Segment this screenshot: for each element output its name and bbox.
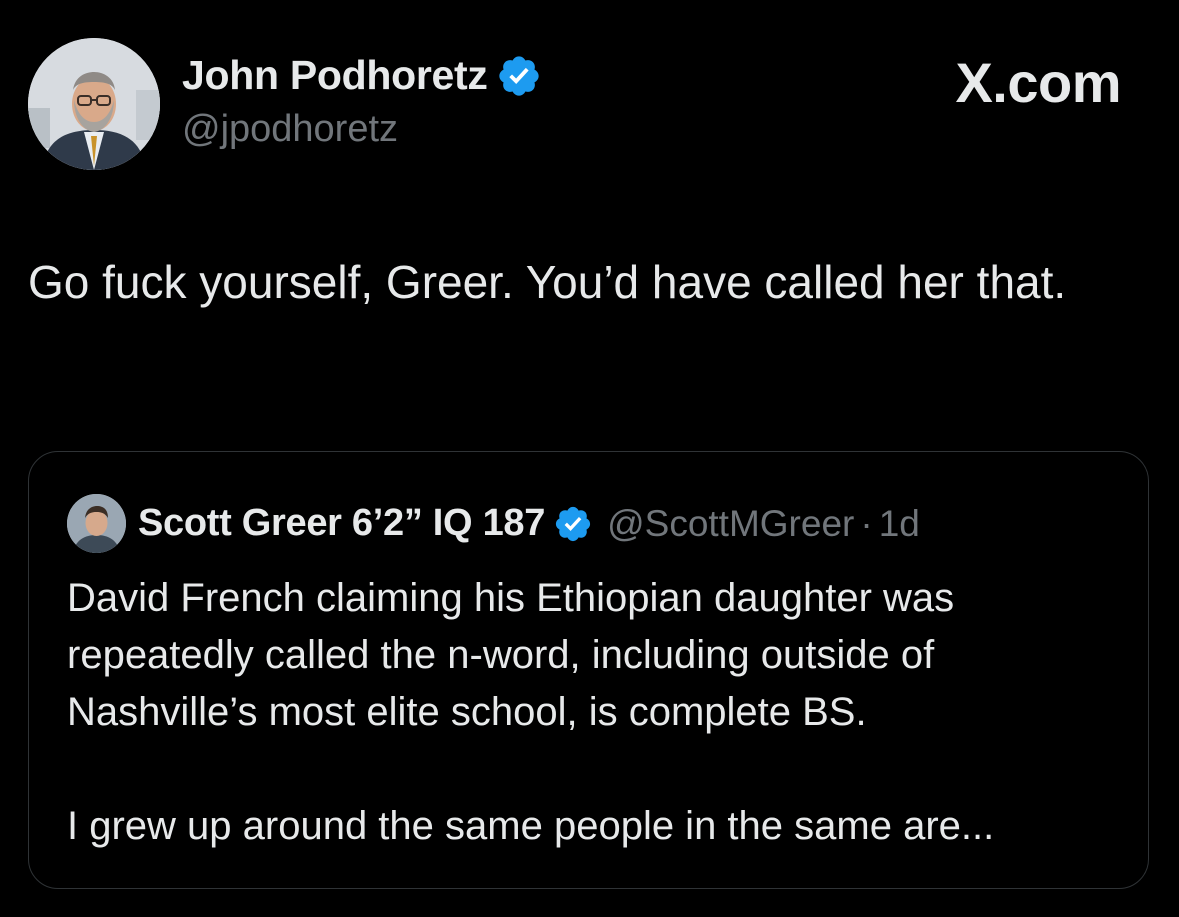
quote-text-truncated: I grew up around the same people in the … (67, 804, 995, 848)
quote-timestamp[interactable]: 1d (879, 503, 920, 545)
quote-tweet-card[interactable]: Scott Greer 6’2” IQ 187 @ScottMGreer · 1… (28, 451, 1149, 889)
quote-author-handle[interactable]: @ScottMGreer (607, 503, 854, 545)
author-name[interactable]: John Podhoretz (182, 52, 488, 99)
quote-author-avatar[interactable] (67, 494, 126, 553)
profile-photo-icon (67, 494, 126, 553)
quote-header: Scott Greer 6’2” IQ 187 @ScottMGreer · 1… (67, 494, 920, 553)
verified-badge-icon[interactable] (553, 504, 593, 544)
author-avatar[interactable] (28, 38, 160, 170)
quote-text: David French claiming his Ethiopian daug… (67, 576, 955, 734)
verified-badge-icon[interactable] (496, 53, 542, 99)
tweet-text: Go fuck yourself, Greer. You’d have call… (28, 256, 1067, 308)
brand-label: X.com (955, 51, 1121, 114)
quote-author-name[interactable]: Scott Greer 6’2” IQ 187 (138, 502, 545, 545)
author-handle[interactable]: @jpodhoretz (182, 108, 398, 151)
profile-photo-icon (28, 38, 160, 170)
author-name-row: John Podhoretz (182, 52, 542, 99)
separator-dot: · (860, 502, 873, 544)
